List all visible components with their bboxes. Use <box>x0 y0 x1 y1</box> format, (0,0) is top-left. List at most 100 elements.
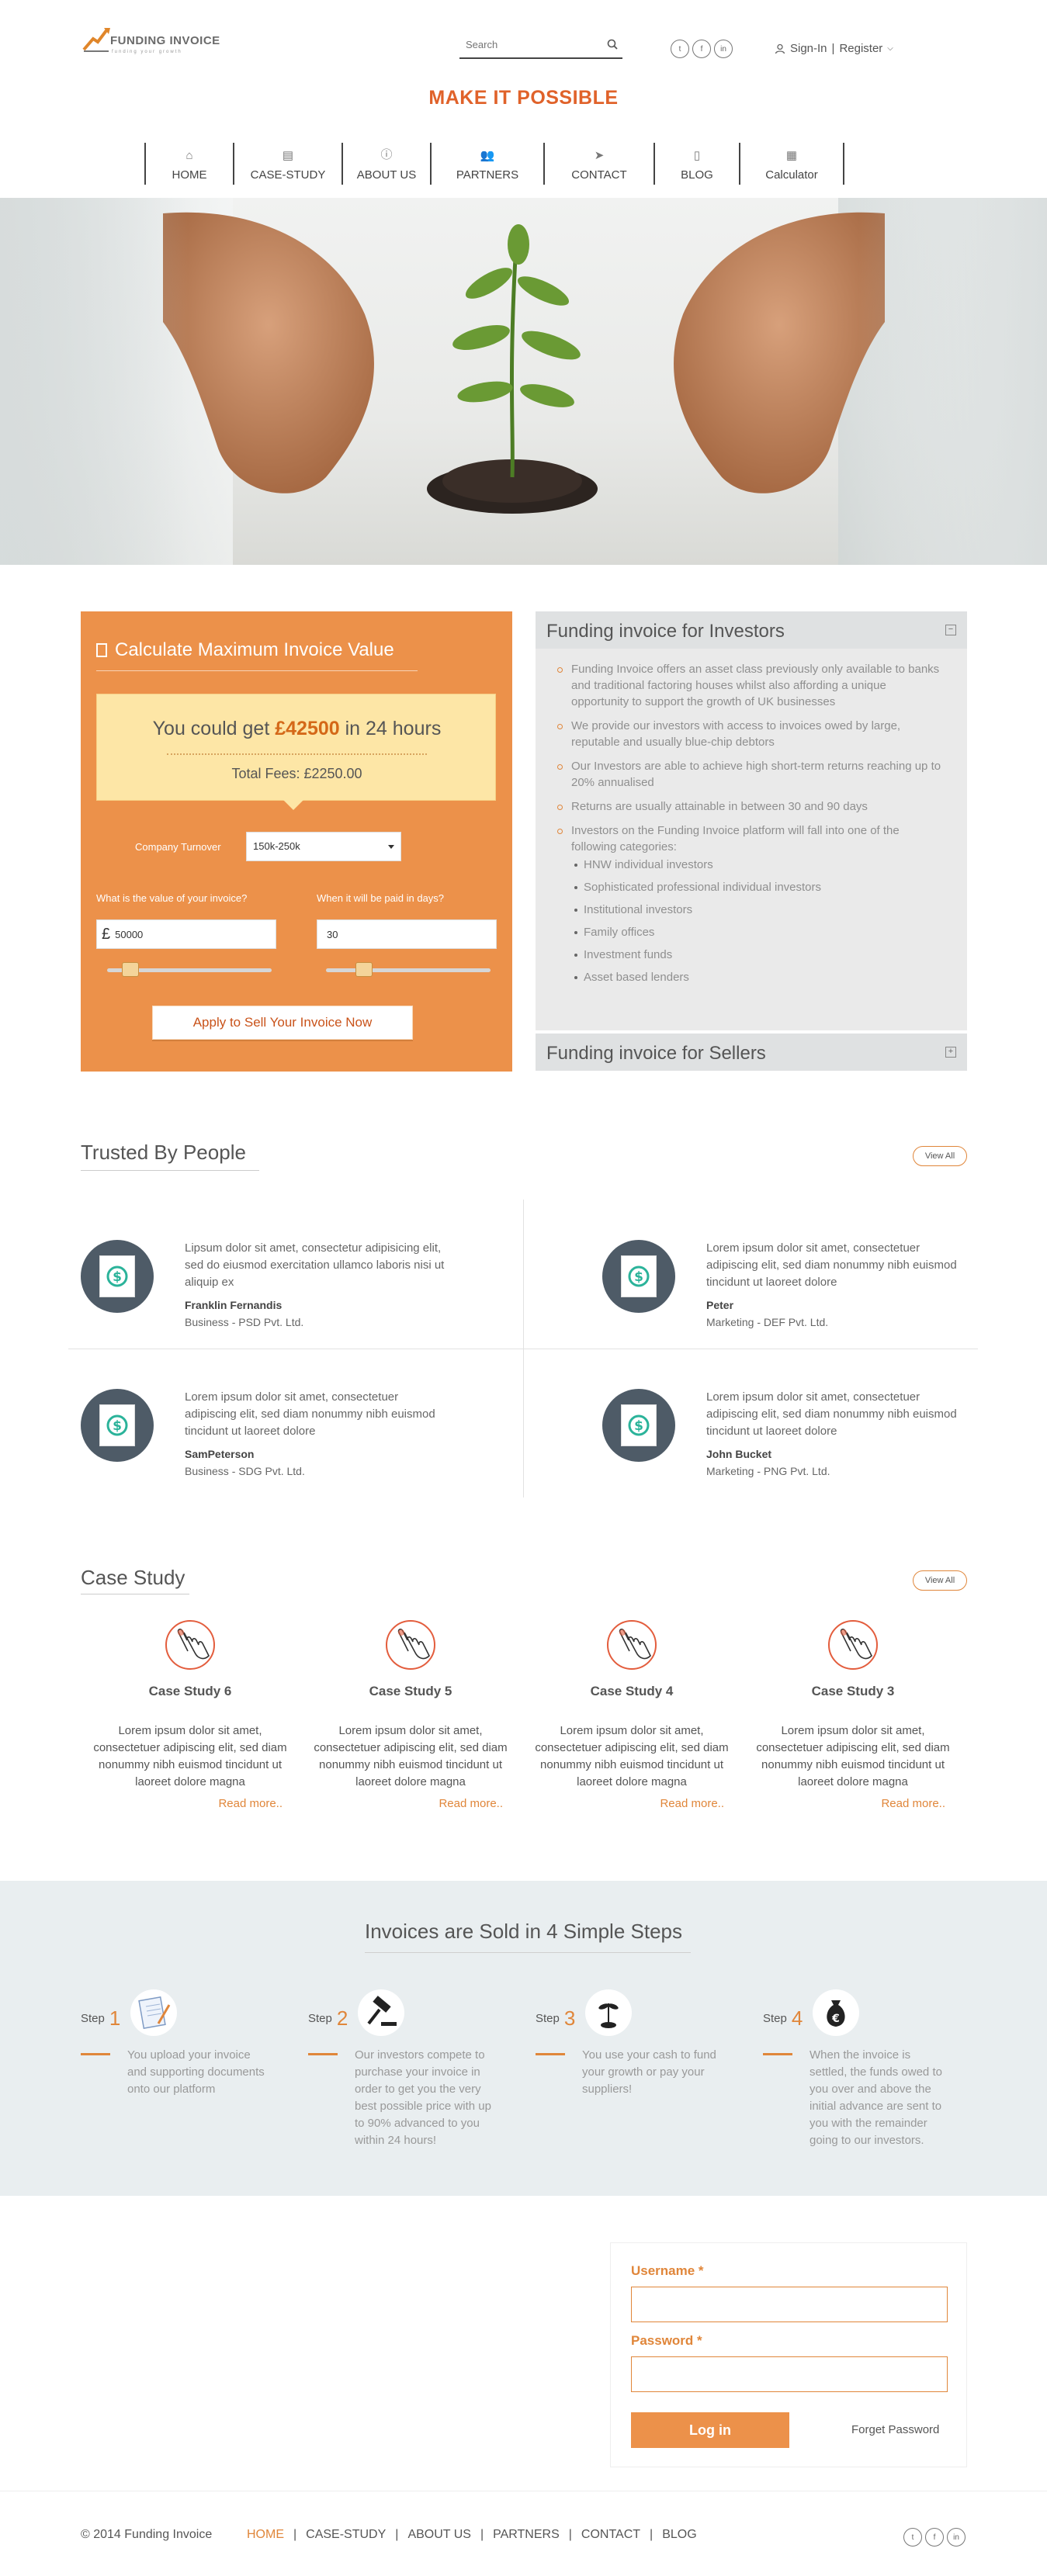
case-study-view-all-button[interactable]: View All <box>913 1570 967 1591</box>
turnover-value: 150k-250k <box>253 840 300 852</box>
twitter-icon[interactable]: t <box>903 2528 922 2547</box>
facebook-icon[interactable]: f <box>692 40 711 58</box>
testimonial-card: $ Lorem ipsum dolor sit amet, consectetue… <box>602 1389 1037 1490</box>
collapse-icon[interactable]: − <box>945 625 956 635</box>
username-label: Username * <box>631 2263 704 2278</box>
footer-separator: | <box>650 2528 654 2541</box>
dollar-document-icon: $ <box>621 1255 657 1297</box>
calculator-title: Calculate Maximum Invoice Value <box>96 639 394 661</box>
svg-text:$: $ <box>634 1269 643 1285</box>
turnover-select[interactable]: 150k-250k <box>246 832 401 861</box>
trusted-title: Trusted By People <box>81 1141 246 1164</box>
svg-text:€: € <box>831 2013 840 2025</box>
logo[interactable]: FUNDING INVOICE funding your growth <box>81 23 236 62</box>
step-text: Our investors compete to purchase your i… <box>355 2048 491 2147</box>
pound-icon: £ <box>102 925 111 943</box>
investor-point: Investors on the Funding Invoice platfor… <box>556 822 944 985</box>
step-number: 3 <box>563 2006 576 2030</box>
read-more-link[interactable]: Read more.. <box>748 1797 958 1810</box>
step-number: 1 <box>109 2006 121 2030</box>
apply-button[interactable]: Apply to Sell Your Invoice Now <box>152 1006 413 1040</box>
paid-days-slider[interactable] <box>326 968 491 972</box>
invoice-slider-handle[interactable] <box>122 962 139 977</box>
chevron-down-icon[interactable]: ⌵ <box>887 44 893 53</box>
footer-link-blog[interactable]: BLOG <box>662 2528 696 2542</box>
step-label: Step 1 <box>81 2006 120 2031</box>
password-label: Password * <box>631 2333 702 2348</box>
investor-point-text: Investors on the Funding Invoice platfor… <box>571 824 900 853</box>
hand-pointer-icon <box>607 1620 657 1670</box>
read-more-link[interactable]: Read more.. <box>85 1797 295 1810</box>
search-icon[interactable] <box>607 39 618 50</box>
turnover-label: Company Turnover <box>135 841 221 853</box>
investor-category: Institutional investors <box>571 902 944 918</box>
paid-days-input[interactable]: 30 <box>317 919 497 949</box>
facebook-icon[interactable]: f <box>925 2528 944 2547</box>
case-study-title: Case Study 4 <box>590 1684 674 1698</box>
testimonial-quote: Lorem ipsum dolor sit amet, consectetuer… <box>706 1390 957 1438</box>
investors-panel: Funding Invoice offers an asset class pr… <box>536 649 967 1030</box>
investor-point-text: Funding Invoice offers an asset class pr… <box>571 663 940 708</box>
investors-accordion-header[interactable]: Funding invoice for Investors − <box>536 611 967 649</box>
logo-name: FUNDING INVOICE <box>110 34 220 47</box>
trusted-view-all-button[interactable]: View All <box>913 1146 967 1166</box>
linkedin-icon[interactable]: in <box>714 40 733 58</box>
read-more-link[interactable]: Read more.. <box>306 1797 515 1810</box>
footer-link-home[interactable]: HOME <box>247 2528 284 2542</box>
case-study-text: Lorem ipsum dolor sit amet, consectetuer… <box>314 1724 508 1788</box>
footer-separator: | <box>395 2528 399 2541</box>
steps-section: Invoices are Sold in 4 Simple Steps Step… <box>0 1881 1047 2196</box>
user-icon <box>775 43 785 54</box>
footer-link-partners[interactable]: PARTNERS <box>493 2528 560 2542</box>
register-link[interactable]: Register <box>839 42 882 55</box>
nav-item-case-study[interactable]: ▤ CASE-STUDY <box>233 143 341 185</box>
testimonial-name: Franklin Fernandis <box>185 1299 283 1311</box>
linkedin-icon[interactable]: in <box>947 2528 966 2547</box>
footer-nav: HOME | CASE-STUDY | ABOUT US | PARTNERS | CONTAC… <box>247 2528 697 2542</box>
investor-category: Sophisticated professional individual in… <box>571 879 944 895</box>
read-more-link[interactable]: Read more.. <box>527 1797 737 1810</box>
forget-password-link[interactable]: Forget Password <box>851 2423 939 2436</box>
step-label: Step 4 <box>763 2006 803 2031</box>
testimonial-role: Marketing - DEF Pvt. Ltd. <box>706 1316 829 1328</box>
step-label: Step 2 <box>308 2006 348 2031</box>
search-input[interactable] <box>459 33 591 56</box>
testimonial-quote: Lorem ipsum dolor sit amet, consectetuer… <box>706 1241 957 1289</box>
nav-item-partners[interactable]: 👥 PARTNERS <box>430 143 543 185</box>
money-bag-icon: € <box>813 1989 859 2036</box>
nav-label: CONTACT <box>571 168 627 182</box>
nav-item-home[interactable]: ⌂ HOME <box>144 143 233 185</box>
password-input[interactable] <box>631 2356 948 2392</box>
nav-item-contact[interactable]: ➤ CONTACT <box>543 143 654 185</box>
username-input[interactable] <box>631 2287 948 2322</box>
nav-item-about-us[interactable]: ⓘ ABOUT US <box>341 143 430 185</box>
invoice-value-input[interactable]: £ 50000 <box>96 919 276 949</box>
footer-link-about-us[interactable]: ABOUT US <box>407 2528 471 2542</box>
nav-item-blog[interactable]: ▯ BLOG <box>654 143 739 185</box>
nav-item-calculator[interactable]: ▦ Calculator <box>739 143 844 185</box>
step-word: Step <box>81 2012 105 2025</box>
signin-link[interactable]: Sign-In <box>790 42 827 55</box>
document-icon: ▯ <box>693 149 701 162</box>
hand-pointer-icon <box>386 1620 435 1670</box>
login-button[interactable]: Log in <box>631 2412 789 2448</box>
investor-point: Returns are usually attainable in betwee… <box>556 798 944 815</box>
sellers-accordion-header[interactable]: Funding invoice for Sellers + <box>536 1034 967 1071</box>
footer-link-contact[interactable]: CONTACT <box>581 2528 640 2542</box>
testimonial-card: $ Lorem ipsum dolor sit amet, consectetue… <box>81 1389 515 1490</box>
case-study-text: Lorem ipsum dolor sit amet, consectetuer… <box>756 1724 950 1788</box>
step-dash <box>81 2053 110 2055</box>
step-dash <box>308 2053 338 2055</box>
info-icon: ⓘ <box>380 148 393 161</box>
days-slider-handle[interactable] <box>355 962 373 977</box>
step-number: 4 <box>791 2006 803 2030</box>
logo-tagline: funding your growth <box>112 50 182 54</box>
twitter-icon[interactable]: t <box>671 40 689 58</box>
case-study-title: Case Study 6 <box>148 1684 232 1698</box>
expand-icon[interactable]: + <box>945 1047 956 1058</box>
investor-point-text: We provide our investors with access to … <box>571 719 901 749</box>
step-number: 2 <box>336 2006 348 2030</box>
investor-categories: HNW individual investors Sophisticated pr… <box>571 857 944 985</box>
investor-category: Investment funds <box>571 947 944 963</box>
footer-link-case-study[interactable]: CASE-STUDY <box>306 2528 386 2542</box>
